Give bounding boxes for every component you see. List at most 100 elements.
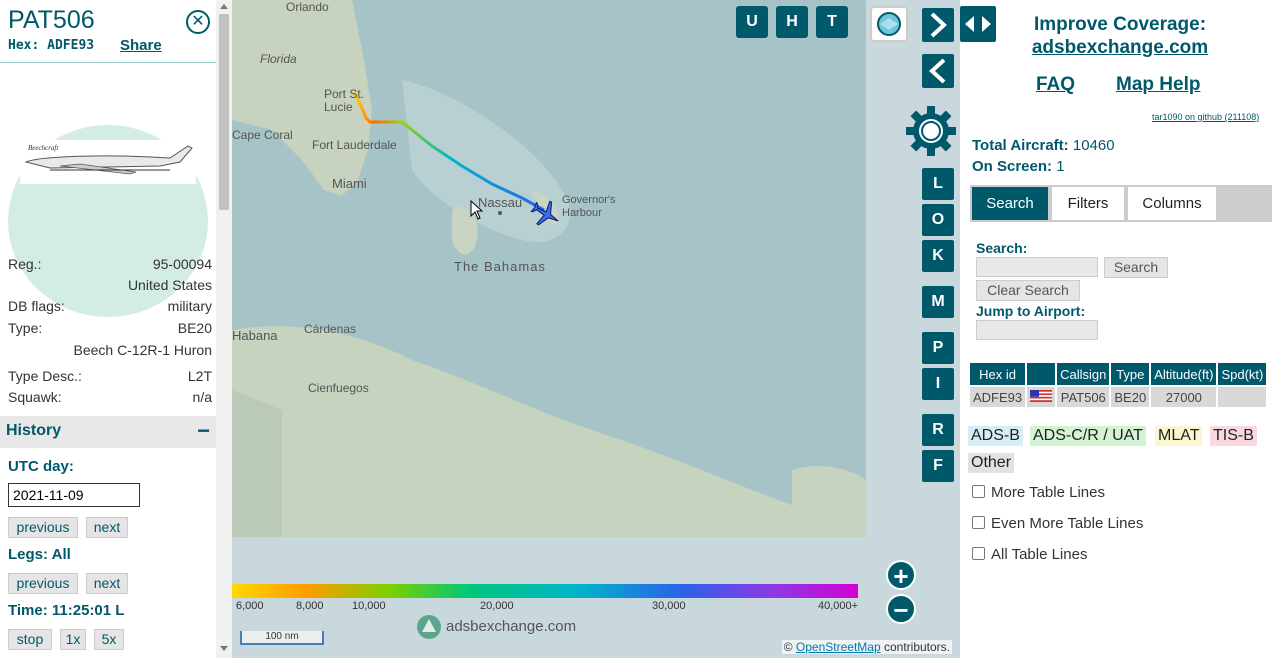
map-view[interactable]: Orlando Florida Port St. Lucie Cape Cora… — [232, 0, 960, 658]
brand-text: adsbexchange.com — [446, 618, 577, 635]
col-flag[interactable] — [1027, 363, 1056, 387]
close-icon[interactable]: ✕ — [186, 10, 210, 34]
hex-value: ADFE93 — [47, 38, 95, 53]
layers-button[interactable] — [870, 6, 908, 42]
time-label: Time: 11:25:01 L — [8, 602, 125, 619]
minus-icon[interactable]: − — [197, 418, 210, 444]
legend-adsc-uat: ADS-C/R / UAT — [1030, 426, 1146, 446]
svg-text:Beechcraft: Beechcraft — [28, 144, 59, 152]
leg-next-button[interactable]: next — [86, 573, 128, 594]
more-table-lines-checkbox[interactable]: More Table Lines — [972, 484, 1105, 501]
map-label-port-st-lucie: Port St. Lucie — [324, 87, 365, 114]
aircraft-marker-icon[interactable] — [530, 198, 562, 230]
stop-button[interactable]: stop — [8, 629, 52, 650]
map-button-l[interactable]: L — [922, 168, 954, 200]
map-label-nassau: Nassau — [478, 195, 523, 210]
even-more-table-lines-checkbox[interactable]: Even More Table Lines — [972, 515, 1143, 532]
altitude-color-scale — [232, 584, 858, 598]
map-label-orlando: Orlando — [286, 0, 329, 14]
map-label-cienfuegos: Cienfuegos — [308, 381, 369, 395]
left-scrollbar[interactable] — [216, 0, 232, 658]
altitude-label-20000: 20,000 — [480, 600, 514, 612]
speed-1x-button[interactable]: 1x — [60, 629, 86, 650]
legend-tisb: TIS-B — [1210, 426, 1257, 446]
legend-mlat: MLAT — [1155, 426, 1203, 446]
col-speed[interactable]: Spd(kt) — [1218, 363, 1267, 387]
map-label-florida: Florida — [260, 52, 297, 66]
checkbox-icon[interactable] — [972, 547, 985, 560]
map-label-cardenas: Cárdenas — [304, 322, 357, 336]
tab-filters[interactable]: Filters — [1052, 187, 1124, 220]
scroll-up-icon[interactable] — [220, 4, 228, 9]
history-header[interactable]: History − — [0, 416, 216, 448]
scale-bar: 100 nm — [240, 631, 324, 645]
altitude-label-30000: 30,000 — [652, 600, 686, 612]
day-next-button[interactable]: next — [86, 517, 128, 538]
zoom-in-button[interactable]: + — [886, 560, 916, 590]
jump-to-airport-input[interactable] — [976, 320, 1098, 340]
leg-previous-button[interactable]: previous — [8, 573, 78, 594]
openstreetmap-link[interactable]: OpenStreetMap — [796, 640, 881, 654]
collapse-left-button[interactable] — [922, 54, 954, 88]
layers-icon — [877, 12, 901, 36]
map-help-link[interactable]: Map Help — [1116, 74, 1200, 96]
map-label-cape-coral: Cape Coral — [232, 128, 293, 142]
search-input[interactable] — [976, 257, 1098, 277]
map-button-i[interactable]: I — [922, 368, 954, 400]
all-table-lines-checkbox[interactable]: All Table Lines — [972, 546, 1087, 563]
scroll-down-icon[interactable] — [220, 646, 228, 651]
map-button-p[interactable]: P — [922, 332, 954, 364]
map-button-u[interactable]: U — [736, 6, 768, 38]
legend-other: Other — [968, 453, 1015, 473]
scroll-thumb[interactable] — [219, 14, 229, 210]
adsbexchange-link[interactable]: adsbexchange.com — [960, 37, 1280, 59]
on-screen-count: On Screen: 1 — [972, 158, 1065, 175]
map-label-bahamas: The Bahamas — [454, 259, 546, 274]
clear-search-button[interactable]: Clear Search — [976, 280, 1080, 301]
share-link[interactable]: Share — [120, 37, 162, 54]
map-button-m[interactable]: M — [922, 286, 954, 318]
map-button-t[interactable]: T — [816, 6, 848, 38]
checkbox-icon[interactable] — [972, 516, 985, 529]
tab-columns[interactable]: Columns — [1128, 187, 1216, 220]
altitude-label-10000: 10,000 — [352, 600, 386, 612]
expand-right-button[interactable] — [922, 8, 954, 42]
col-hex-id[interactable]: Hex id — [970, 363, 1026, 387]
zoom-out-button[interactable]: − — [886, 594, 916, 624]
header-divider — [0, 62, 216, 63]
search-button[interactable]: Search — [1104, 257, 1168, 278]
table-row[interactable]: ADFE93 PAT506 BE20 27000 — [970, 387, 1267, 407]
legend-adsb: ADS-B — [968, 426, 1023, 446]
speed-5x-button[interactable]: 5x — [94, 629, 124, 650]
chevron-left-icon — [929, 58, 946, 84]
col-altitude[interactable]: Altitude(ft) — [1151, 363, 1217, 387]
day-previous-button[interactable]: previous — [8, 517, 78, 538]
altitude-label-40000: 40,000+ — [818, 600, 859, 612]
history-title: History — [6, 422, 62, 439]
map-button-o[interactable]: O — [922, 204, 954, 236]
map-label-habana: Habana — [232, 328, 278, 343]
col-callsign[interactable]: Callsign — [1057, 363, 1110, 387]
map-button-r[interactable]: R — [922, 414, 954, 446]
map-button-h[interactable]: H — [776, 6, 808, 38]
map-canvas[interactable]: Orlando Florida Port St. Lucie Cape Cora… — [232, 0, 866, 537]
search-label: Search: — [976, 240, 1028, 256]
total-aircraft: Total Aircraft: 10460 — [972, 137, 1115, 154]
col-type[interactable]: Type — [1111, 363, 1150, 387]
us-flag-icon — [1027, 387, 1056, 407]
utc-day-input[interactable] — [8, 483, 140, 507]
adsbx-logo-icon — [417, 615, 441, 639]
tab-search[interactable]: Search — [972, 187, 1048, 220]
cell-altitude: 27000 — [1151, 387, 1217, 407]
checkbox-icon[interactable] — [972, 485, 985, 498]
aircraft-info-panel: PAT506 Hex: ADFE93 Share ✕ Beechcraft Re… — [0, 0, 232, 658]
map-label-fort-lauderdale: Fort Lauderdale — [312, 138, 397, 152]
map-button-k[interactable]: K — [922, 240, 954, 272]
map-button-f[interactable]: F — [922, 450, 954, 482]
faq-link[interactable]: FAQ — [1036, 74, 1075, 96]
settings-gear-icon[interactable] — [904, 104, 958, 158]
improve-coverage-text: Improve Coverage: — [1033, 14, 1207, 35]
map-label-miami: Miami — [332, 176, 367, 191]
github-link[interactable]: tar1090 on github (211108) — [1152, 112, 1259, 122]
map-attribution: © OpenStreetMap contributors. — [781, 640, 952, 654]
